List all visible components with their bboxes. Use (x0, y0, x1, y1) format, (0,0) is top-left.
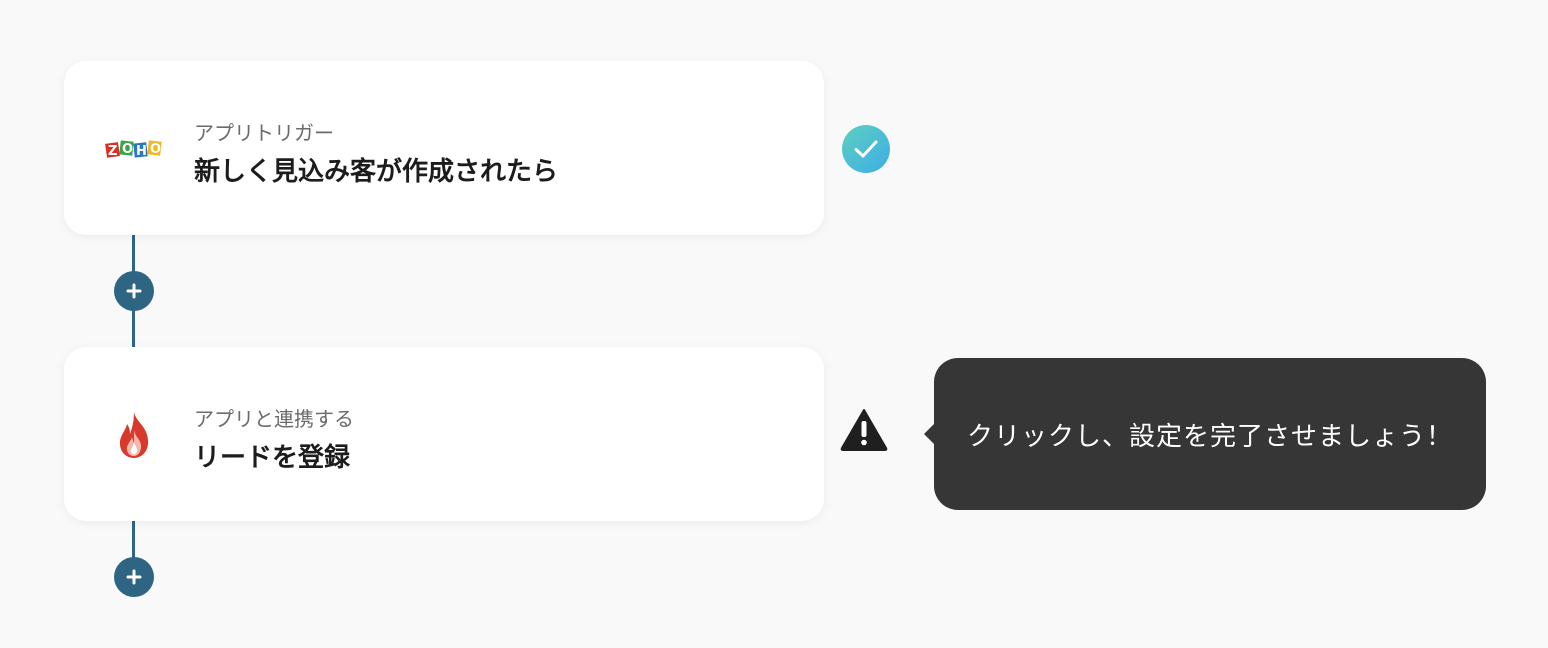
plus-icon (126, 569, 142, 585)
flame-logo (104, 407, 164, 463)
trigger-step-card[interactable]: Z O H O アプリトリガー 新しく見込み客が作成されたら (64, 61, 824, 235)
step-title: 新しく見込み客が作成されたら (194, 157, 559, 187)
zoho-logo: Z O H O (104, 121, 164, 177)
setup-tooltip: クリックし、設定を完了させましょう！ (924, 358, 1486, 510)
tooltip-text: クリックし、設定を完了させましょう！ (966, 421, 1453, 452)
check-circle-icon (842, 125, 890, 177)
step-caption: アプリと連携する (194, 407, 354, 431)
step-caption: アプリトリガー (194, 121, 334, 145)
svg-text:O: O (150, 142, 161, 157)
svg-text:Z: Z (108, 144, 117, 159)
warning-icon (840, 408, 888, 456)
step-title: リードを登録 (194, 443, 351, 473)
plus-icon (126, 283, 142, 299)
action-step-card[interactable]: アプリと連携する リードを登録 (64, 347, 824, 521)
svg-text:O: O (122, 142, 133, 157)
add-step-button[interactable] (114, 557, 154, 597)
add-step-button[interactable] (114, 271, 154, 311)
svg-text:H: H (136, 144, 147, 159)
